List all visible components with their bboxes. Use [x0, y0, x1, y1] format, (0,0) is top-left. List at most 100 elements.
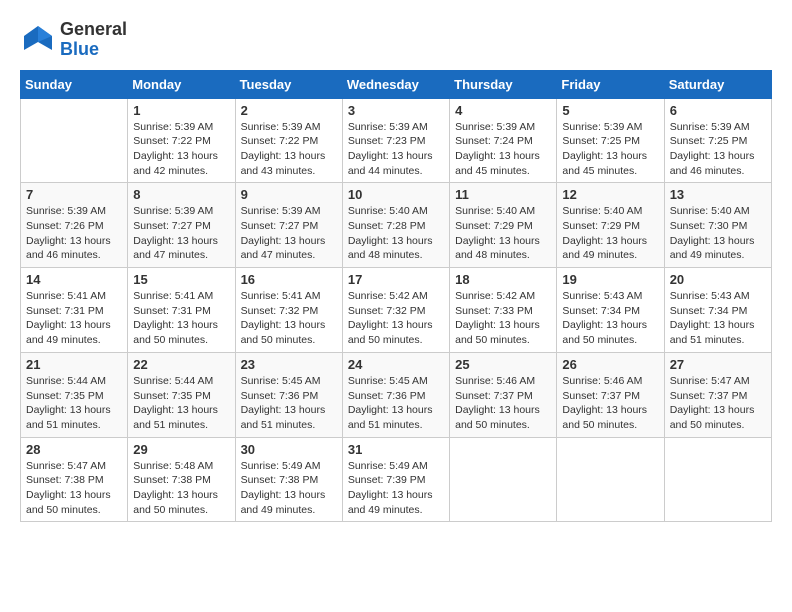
day-number: 17 [348, 272, 444, 287]
calendar-cell: 10 Sunrise: 5:40 AM Sunset: 7:28 PM Dayli… [342, 183, 449, 268]
day-number: 15 [133, 272, 229, 287]
day-number: 5 [562, 103, 658, 118]
calendar-week-row: 28 Sunrise: 5:47 AM Sunset: 7:38 PM Dayli… [21, 437, 772, 522]
day-number: 30 [241, 442, 337, 457]
calendar-header-tuesday: Tuesday [235, 70, 342, 98]
day-number: 14 [26, 272, 122, 287]
day-number: 3 [348, 103, 444, 118]
calendar-cell: 4 Sunrise: 5:39 AM Sunset: 7:24 PM Daylig… [450, 98, 557, 183]
calendar-cell [450, 437, 557, 522]
day-info: Sunrise: 5:45 AM Sunset: 7:36 PM Dayligh… [348, 374, 444, 433]
day-info: Sunrise: 5:42 AM Sunset: 7:32 PM Dayligh… [348, 289, 444, 348]
day-number: 1 [133, 103, 229, 118]
calendar-cell: 14 Sunrise: 5:41 AM Sunset: 7:31 PM Dayli… [21, 268, 128, 353]
calendar-header-sunday: Sunday [21, 70, 128, 98]
day-info: Sunrise: 5:40 AM Sunset: 7:29 PM Dayligh… [562, 204, 658, 263]
calendar-header-monday: Monday [128, 70, 235, 98]
day-info: Sunrise: 5:39 AM Sunset: 7:25 PM Dayligh… [670, 120, 766, 179]
calendar-header-thursday: Thursday [450, 70, 557, 98]
calendar-cell: 13Sunrise: 5:40 AM Sunset: 7:30 PM Dayli… [664, 183, 771, 268]
day-info: Sunrise: 5:45 AM Sunset: 7:36 PM Dayligh… [241, 374, 337, 433]
day-number: 23 [241, 357, 337, 372]
calendar-cell: 31 Sunrise: 5:49 AM Sunset: 7:39 PM Dayli… [342, 437, 449, 522]
day-info: Sunrise: 5:47 AM Sunset: 7:38 PM Dayligh… [26, 459, 122, 518]
day-number: 16 [241, 272, 337, 287]
calendar-week-row: 1 Sunrise: 5:39 AM Sunset: 7:22 PM Daylig… [21, 98, 772, 183]
calendar-cell [21, 98, 128, 183]
day-info: Sunrise: 5:39 AM Sunset: 7:22 PM Dayligh… [241, 120, 337, 179]
day-number: 13 [670, 187, 766, 202]
calendar-cell: 29Sunrise: 5:48 AM Sunset: 7:38 PM Dayli… [128, 437, 235, 522]
day-number: 10 [348, 187, 444, 202]
day-number: 31 [348, 442, 444, 457]
day-number: 6 [670, 103, 766, 118]
day-number: 29 [133, 442, 229, 457]
day-number: 27 [670, 357, 766, 372]
day-info: Sunrise: 5:39 AM Sunset: 7:23 PM Dayligh… [348, 120, 444, 179]
day-number: 9 [241, 187, 337, 202]
calendar-cell: 2 Sunrise: 5:39 AM Sunset: 7:22 PM Daylig… [235, 98, 342, 183]
day-info: Sunrise: 5:41 AM Sunset: 7:31 PM Dayligh… [26, 289, 122, 348]
calendar-cell: 1 Sunrise: 5:39 AM Sunset: 7:22 PM Daylig… [128, 98, 235, 183]
day-info: Sunrise: 5:43 AM Sunset: 7:34 PM Dayligh… [562, 289, 658, 348]
day-info: Sunrise: 5:47 AM Sunset: 7:37 PM Dayligh… [670, 374, 766, 433]
logo-general: General [60, 19, 127, 39]
day-number: 11 [455, 187, 551, 202]
day-info: Sunrise: 5:40 AM Sunset: 7:29 PM Dayligh… [455, 204, 551, 263]
logo-blue: Blue [60, 40, 127, 60]
calendar-table: SundayMondayTuesdayWednesdayThursdayFrid… [20, 70, 772, 523]
day-info: Sunrise: 5:40 AM Sunset: 7:28 PM Dayligh… [348, 204, 444, 263]
day-number: 19 [562, 272, 658, 287]
calendar-cell: 18Sunrise: 5:42 AM Sunset: 7:33 PM Dayli… [450, 268, 557, 353]
day-number: 12 [562, 187, 658, 202]
calendar-cell: 3 Sunrise: 5:39 AM Sunset: 7:23 PM Daylig… [342, 98, 449, 183]
day-number: 2 [241, 103, 337, 118]
day-number: 28 [26, 442, 122, 457]
calendar-cell: 30Sunrise: 5:49 AM Sunset: 7:38 PM Dayli… [235, 437, 342, 522]
day-info: Sunrise: 5:39 AM Sunset: 7:22 PM Dayligh… [133, 120, 229, 179]
calendar-cell: 9 Sunrise: 5:39 AM Sunset: 7:27 PM Daylig… [235, 183, 342, 268]
day-info: Sunrise: 5:39 AM Sunset: 7:27 PM Dayligh… [241, 204, 337, 263]
calendar-cell: 20Sunrise: 5:43 AM Sunset: 7:34 PM Dayli… [664, 268, 771, 353]
calendar-cell: 23 Sunrise: 5:45 AM Sunset: 7:36 PM Dayli… [235, 352, 342, 437]
calendar-cell [664, 437, 771, 522]
calendar-cell: 12 Sunrise: 5:40 AM Sunset: 7:29 PM Dayli… [557, 183, 664, 268]
calendar-cell: 22 Sunrise: 5:44 AM Sunset: 7:35 PM Dayli… [128, 352, 235, 437]
calendar-cell: 21 Sunrise: 5:44 AM Sunset: 7:35 PM Dayli… [21, 352, 128, 437]
day-info: Sunrise: 5:42 AM Sunset: 7:33 PM Dayligh… [455, 289, 551, 348]
calendar-cell: 8Sunrise: 5:39 AM Sunset: 7:27 PM Daylig… [128, 183, 235, 268]
day-number: 22 [133, 357, 229, 372]
calendar-cell: 6 Sunrise: 5:39 AM Sunset: 7:25 PM Daylig… [664, 98, 771, 183]
calendar-header-saturday: Saturday [664, 70, 771, 98]
day-info: Sunrise: 5:41 AM Sunset: 7:32 PM Dayligh… [241, 289, 337, 348]
day-info: Sunrise: 5:39 AM Sunset: 7:25 PM Dayligh… [562, 120, 658, 179]
calendar-header-row: SundayMondayTuesdayWednesdayThursdayFrid… [21, 70, 772, 98]
calendar-cell: 24 Sunrise: 5:45 AM Sunset: 7:36 PM Dayli… [342, 352, 449, 437]
day-number: 8 [133, 187, 229, 202]
day-info: Sunrise: 5:46 AM Sunset: 7:37 PM Dayligh… [455, 374, 551, 433]
day-info: Sunrise: 5:44 AM Sunset: 7:35 PM Dayligh… [26, 374, 122, 433]
calendar-cell: 25 Sunrise: 5:46 AM Sunset: 7:37 PM Dayli… [450, 352, 557, 437]
day-number: 26 [562, 357, 658, 372]
logo: General Blue [20, 20, 127, 60]
calendar-cell: 17 Sunrise: 5:42 AM Sunset: 7:32 PM Dayli… [342, 268, 449, 353]
day-number: 21 [26, 357, 122, 372]
calendar-week-row: 14 Sunrise: 5:41 AM Sunset: 7:31 PM Dayli… [21, 268, 772, 353]
calendar-cell: 16 Sunrise: 5:41 AM Sunset: 7:32 PM Dayli… [235, 268, 342, 353]
calendar-week-row: 21 Sunrise: 5:44 AM Sunset: 7:35 PM Dayli… [21, 352, 772, 437]
day-info: Sunrise: 5:49 AM Sunset: 7:39 PM Dayligh… [348, 459, 444, 518]
day-info: Sunrise: 5:41 AM Sunset: 7:31 PM Dayligh… [133, 289, 229, 348]
calendar-cell: 7Sunrise: 5:39 AM Sunset: 7:26 PM Daylig… [21, 183, 128, 268]
day-info: Sunrise: 5:44 AM Sunset: 7:35 PM Dayligh… [133, 374, 229, 433]
day-number: 4 [455, 103, 551, 118]
calendar-week-row: 7Sunrise: 5:39 AM Sunset: 7:26 PM Daylig… [21, 183, 772, 268]
day-info: Sunrise: 5:43 AM Sunset: 7:34 PM Dayligh… [670, 289, 766, 348]
calendar-header-wednesday: Wednesday [342, 70, 449, 98]
day-info: Sunrise: 5:39 AM Sunset: 7:26 PM Dayligh… [26, 204, 122, 263]
day-number: 25 [455, 357, 551, 372]
day-number: 24 [348, 357, 444, 372]
calendar-cell: 27 Sunrise: 5:47 AM Sunset: 7:37 PM Dayli… [664, 352, 771, 437]
day-info: Sunrise: 5:39 AM Sunset: 7:24 PM Dayligh… [455, 120, 551, 179]
logo-icon [20, 22, 56, 58]
calendar-cell: 19 Sunrise: 5:43 AM Sunset: 7:34 PM Dayli… [557, 268, 664, 353]
